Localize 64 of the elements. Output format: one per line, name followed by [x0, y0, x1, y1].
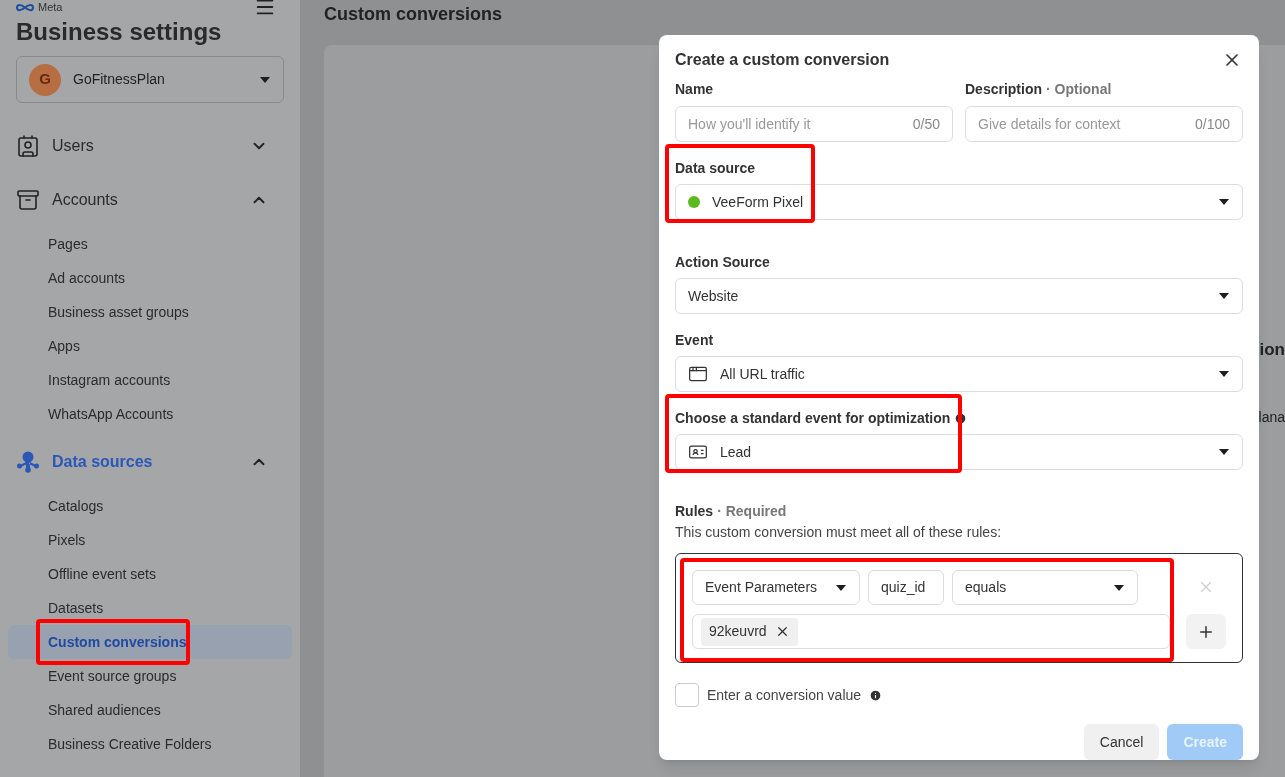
dropdown[interactable]: Website [675, 278, 1243, 314]
caret-icon [1218, 448, 1230, 456]
avatar: G [29, 63, 61, 96]
sidebar-item[interactable]: Shared audiences [8, 693, 292, 727]
required-note: · Required [717, 501, 787, 521]
value-chip: 92keuvrd [701, 617, 798, 646]
field-label: Action Source [675, 253, 770, 272]
page-title: Custom conversions [324, 3, 504, 26]
caret-icon [835, 583, 847, 592]
sidebar-item[interactable]: Business asset groups [8, 295, 292, 329]
field-label: Description [965, 80, 1042, 99]
text-input[interactable]: Give details for context [978, 113, 1195, 135]
dialog-title: Create a custom conversion [675, 50, 890, 70]
archive-box-icon [16, 188, 40, 212]
text-input[interactable]: How you'll identify it [688, 113, 913, 135]
sidebar-item[interactable]: Apps [8, 329, 292, 363]
checkbox-label: Enter a conversion value [707, 685, 862, 705]
background-text: lana [1258, 407, 1285, 427]
sidebar-item[interactable]: Instagram accounts [8, 363, 292, 397]
text-field[interactable]: Give details for context 0/100 [965, 106, 1243, 142]
caret-icon [1218, 198, 1230, 206]
operator-dropdown[interactable]: equals [952, 570, 1138, 605]
sidebar-title: Business settings [15, 17, 223, 47]
account-selector[interactable]: G GoFitnessPlan [16, 56, 284, 103]
key-field[interactable]: quiz_id [868, 570, 944, 605]
text-field[interactable]: How you'll identify it 0/50 [675, 106, 953, 142]
background-text: ion [1259, 339, 1285, 361]
sidebar-item[interactable]: Datasets [8, 591, 292, 625]
sidebar-item[interactable]: WhatsApp Accounts [8, 397, 292, 431]
browser-window-icon [688, 364, 708, 384]
caret-icon [259, 75, 271, 84]
field-label: Event [675, 331, 714, 350]
sidebar-item[interactable]: Pixels [8, 523, 292, 557]
nodes-icon [16, 450, 40, 474]
caret-icon [1218, 370, 1230, 378]
rules-description: This custom conversion must meet all of these rules: [675, 523, 1003, 542]
sidebar-item[interactable]: Custom conversions [8, 625, 292, 659]
character-counter: 0/100 [1194, 114, 1230, 134]
info-icon [869, 688, 883, 702]
sidebar-item[interactable]: Ad accounts [8, 261, 292, 295]
sidebar-item[interactable]: Event source groups [8, 659, 292, 693]
logo-text: Meta [38, 1, 63, 13]
field-label: Data source [675, 159, 756, 178]
sidebar-item[interactable]: Offline event sets [8, 557, 292, 591]
field-label: Choose a standard event for optimization [675, 409, 951, 428]
checkbox[interactable] [675, 683, 699, 707]
add-rule-button[interactable] [1186, 614, 1226, 649]
sidebar-item[interactable]: Pages [8, 227, 292, 261]
dialog-button[interactable]: Cancel [1083, 724, 1160, 760]
rules-label: Rules [675, 501, 714, 521]
sidebar-section[interactable]: Accounts [0, 173, 300, 227]
caret-icon [1218, 292, 1230, 300]
id-badge-icon [16, 134, 40, 158]
sidebar-item[interactable]: Business Creative Folders [8, 727, 292, 761]
sidebar-item[interactable]: Catalogs [8, 489, 292, 523]
dropdown[interactable]: VeeForm Pixel [675, 184, 1243, 220]
sidebar-section[interactable]: Users [0, 119, 300, 173]
dropdown[interactable]: All URL traffic [675, 356, 1243, 392]
character-counter: 0/50 [912, 114, 940, 134]
caret-icon [1113, 583, 1125, 592]
field-label: Name [675, 80, 714, 99]
parameter-dropdown[interactable]: Event Parameters [692, 570, 860, 605]
infinity-logo-icon [16, 2, 34, 12]
optional-note: · Optional [1046, 80, 1112, 99]
